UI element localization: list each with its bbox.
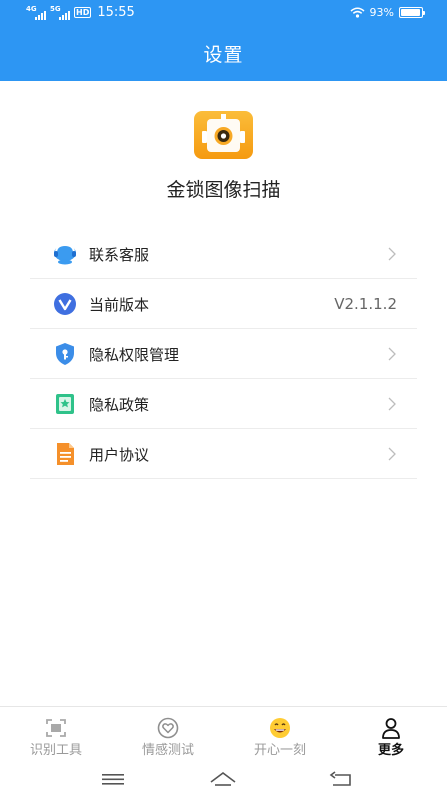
app-logo-icon [194, 111, 253, 159]
person-icon [382, 718, 400, 739]
settings-item-privacy-policy[interactable]: 隐私政策 [30, 379, 417, 429]
settings-item-privacy-permissions[interactable]: 隐私权限管理 [30, 329, 417, 379]
settings-item-version[interactable]: 当前版本 V2.1.1.2 [30, 279, 417, 329]
menu-icon[interactable] [98, 768, 128, 790]
cell-signal-1-icon: 4G [26, 5, 46, 20]
policy-bookmark-icon [56, 394, 74, 414]
smiley-icon [270, 718, 290, 738]
settings-item-label: 用户协议 [89, 446, 150, 464]
hd-badge: HD [74, 7, 92, 18]
privacy-shield-icon [56, 343, 74, 365]
status-time: 15:55 [97, 5, 135, 20]
customer-service-icon [54, 243, 76, 265]
nav-tab-happy-moment[interactable]: 开心一刻 [224, 707, 336, 765]
battery-icon [399, 7, 425, 18]
wifi-icon [350, 7, 365, 18]
nav-tab-emotion-test[interactable]: 情感测试 [112, 707, 224, 765]
nav-tab-more[interactable]: 更多 [335, 707, 447, 765]
cell-signal-2-icon: 5G [50, 5, 70, 20]
system-nav-bar [0, 764, 447, 797]
page-title: 设置 [203, 44, 244, 66]
bottom-nav: 识别工具 情感测试 开心一刻 更多 [0, 706, 447, 764]
nav-tab-recognition-tools[interactable]: 识别工具 [0, 707, 112, 765]
status-bar: 4G 5G HD 15:55 93% [0, 0, 447, 28]
battery-percent: 93% [369, 6, 394, 19]
settings-list: 联系客服 当前版本 V2.1.1.2 隐私权限管理 隐私政策 用户协议 [30, 229, 417, 479]
settings-item-label: 隐私政策 [89, 396, 150, 414]
header: 4G 5G HD 15:55 93% 设置 [0, 0, 447, 81]
chevron-right-icon [388, 247, 396, 261]
settings-item-contact-support[interactable]: 联系客服 [30, 229, 417, 279]
settings-item-label: 联系客服 [89, 246, 150, 264]
nav-tab-label: 情感测试 [141, 743, 194, 758]
nav-tab-label: 识别工具 [29, 743, 82, 758]
settings-item-label: 当前版本 [89, 296, 150, 314]
chevron-right-icon [388, 347, 396, 361]
nav-tab-label: 更多 [377, 743, 404, 758]
document-icon [57, 443, 74, 465]
chevron-right-icon [388, 397, 396, 411]
home-icon[interactable] [208, 768, 238, 790]
nav-tab-label: 开心一刻 [253, 743, 306, 758]
version-icon [54, 293, 76, 315]
scan-icon [46, 719, 66, 737]
heart-icon [157, 717, 179, 739]
settings-item-label: 隐私权限管理 [89, 346, 180, 364]
version-value: V2.1.1.2 [334, 295, 397, 313]
settings-item-user-agreement[interactable]: 用户协议 [30, 429, 417, 479]
back-icon[interactable] [326, 768, 356, 790]
battery-fill [401, 9, 420, 16]
chevron-right-icon [388, 447, 396, 461]
app-name: 金锁图像扫描 [166, 179, 281, 201]
